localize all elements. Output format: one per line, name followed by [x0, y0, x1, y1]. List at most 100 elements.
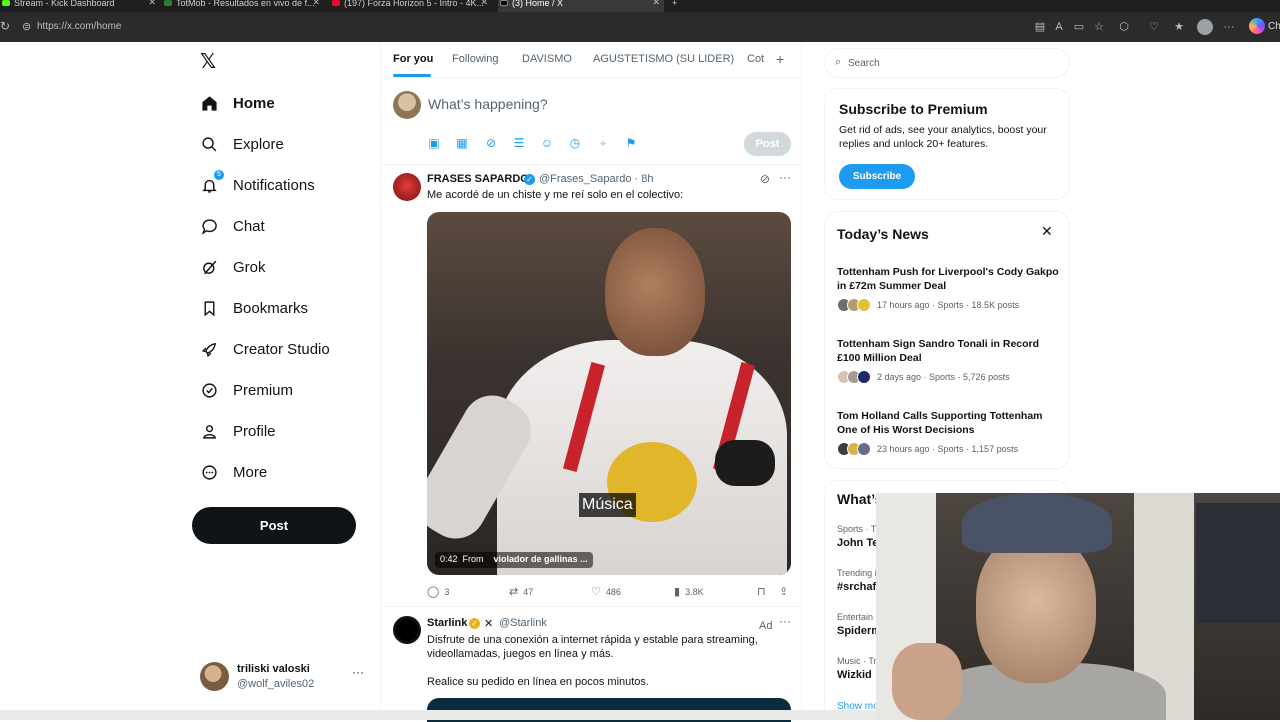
tab-davismo[interactable]: DAVISMO [522, 53, 572, 65]
nav-item-profile[interactable]: Profile [200, 418, 276, 444]
schedule-icon[interactable]: ◷ [568, 136, 582, 150]
close-tab-icon[interactable]: ✕ [480, 0, 488, 7]
bookmark-button[interactable]: ⊓ [757, 585, 771, 598]
gif-icon[interactable]: ▦ [455, 136, 469, 150]
poll-icon[interactable]: ☰ [512, 136, 526, 150]
heart-icon: ♡ [591, 586, 601, 598]
reader-mode-icon[interactable]: ▤ [1033, 20, 1047, 34]
nav-item-chat[interactable]: Chat [200, 213, 265, 239]
subscribe-button[interactable]: Subscribe [839, 164, 915, 189]
browser-tab-strip: Stream - Kick Dashboard ✕ TotMob - Result… [0, 0, 1280, 12]
close-icon[interactable]: ✕ [1041, 223, 1053, 240]
browser-tab[interactable]: (197) Forza Horizon 5 - Intro - 4K... ✕ [330, 0, 492, 12]
extensions-icon[interactable]: ⬡ [1117, 20, 1131, 34]
favorites-icon[interactable]: ★ [1172, 20, 1186, 34]
tweet-author-name[interactable]: FRASES SAPARDO [427, 173, 529, 185]
nav-item-more[interactable]: More [200, 459, 267, 485]
tab-agustetismo[interactable]: AGUSTETISMO (SU LIDER) [593, 53, 734, 65]
tweet-author-name[interactable]: Starlink [427, 617, 467, 629]
favorite-star-icon[interactable]: ☆ [1092, 20, 1106, 34]
refresh-icon[interactable]: ↻ [0, 19, 10, 33]
nav-item-explore[interactable]: Explore [200, 131, 284, 157]
grok-icon[interactable]: ⊘ [484, 136, 498, 150]
streamer-face [976, 533, 1096, 683]
nav-item-premium[interactable]: Premium [200, 377, 293, 403]
avatar[interactable] [393, 173, 421, 201]
page-icon[interactable]: ▭ [1072, 20, 1086, 34]
repost-icon: ⇄ [509, 586, 519, 598]
share-icon: ⇪ [779, 586, 789, 598]
emoji-icon[interactable]: ☺ [540, 136, 554, 150]
repost-button[interactable]: ⇄ 47 [509, 585, 533, 598]
avatar[interactable] [393, 616, 421, 644]
new-tab-button[interactable]: + [668, 0, 688, 12]
site-info-icon[interactable]: ⊜ [22, 20, 31, 33]
translate-icon[interactable]: A [1052, 20, 1066, 34]
news-title: Today’s News [837, 226, 929, 242]
copilot-icon[interactable] [1249, 18, 1265, 34]
verified-icon: ✓ [524, 174, 535, 185]
browser-tab-active[interactable]: (3) Home / X ✕ [498, 0, 664, 12]
x-logo-icon[interactable]: 𝕏 [200, 52, 222, 72]
video-caption: Música [579, 493, 636, 517]
verified-badge-icon [200, 381, 218, 399]
divider [381, 606, 802, 607]
views-button[interactable]: ▮ 3.8K [674, 585, 704, 598]
tweet-author-handle[interactable]: @Starlink [499, 617, 547, 629]
totmob-favicon-icon [164, 0, 172, 6]
close-tab-icon[interactable]: ✕ [652, 0, 660, 7]
home-icon [200, 94, 218, 112]
post-button[interactable]: Post [192, 507, 356, 544]
video-duration: 0:42 From violador de gallinas ... [435, 552, 593, 568]
share-button[interactable]: ⇪ [779, 585, 793, 598]
close-tab-icon[interactable]: ✕ [148, 0, 156, 7]
composer-input[interactable]: What’s happening? [428, 96, 548, 112]
chat-bubble-icon [200, 217, 218, 235]
tweet-text: Me acordé de un chiste y me reí solo en … [427, 189, 684, 201]
ad-label: Ad [759, 620, 773, 632]
close-tab-icon[interactable]: ✕ [312, 0, 320, 7]
browser-menu-icon[interactable]: ··· [1222, 20, 1236, 34]
more-dots-icon[interactable]: ··· [779, 614, 791, 628]
location-icon: ⌖ [599, 136, 607, 150]
tab-cot[interactable]: Cot [747, 53, 764, 65]
browser-profile-avatar[interactable] [1197, 19, 1213, 35]
todays-news-card: Today’s News ✕ Tottenham Push for Liverp… [824, 211, 1070, 469]
bookmark-icon: ⊓ [757, 586, 766, 598]
tab-following[interactable]: Following [452, 53, 498, 65]
account-switcher[interactable]: triliski valoski @wolf_aviles02 ··· [200, 661, 370, 693]
copilot-chat-label[interactable]: Cha [1268, 21, 1280, 32]
add-tab-icon[interactable]: + [776, 51, 784, 67]
search-input[interactable]: ⌕ Search [824, 48, 1070, 78]
active-tab-indicator [393, 74, 431, 77]
x-favicon-icon [500, 0, 508, 6]
grok-icon[interactable]: ⊘ [760, 172, 770, 186]
like-button[interactable]: ♡ 486 [591, 585, 621, 598]
search-icon [200, 135, 218, 153]
url-field[interactable]: https://x.com/home [37, 21, 121, 32]
divider [381, 164, 802, 165]
nav-item-bookmarks[interactable]: Bookmarks [200, 295, 308, 321]
tweet-author-handle[interactable]: @Frases_Sapardo · 8h [539, 173, 654, 185]
nav-item-home[interactable]: Home [200, 90, 275, 116]
nav-item-grok[interactable]: Grok [200, 254, 266, 280]
more-dots-icon[interactable]: ··· [779, 170, 791, 184]
kick-favicon-icon [2, 0, 10, 6]
tweet-video[interactable]: Música 0:42 From violador de gallinas ... [427, 212, 791, 575]
browser-essentials-icon[interactable]: ♡ [1147, 20, 1161, 34]
bookmark-icon [200, 299, 218, 317]
more-dots-icon[interactable]: ··· [352, 665, 364, 679]
reply-button[interactable]: ◯ 3 [427, 585, 449, 598]
search-icon: ⌕ [835, 56, 842, 68]
browser-tab[interactable]: TotMob - Resultados en vivo de f... ✕ [162, 0, 324, 12]
flag-icon[interactable]: ⚑ [624, 136, 638, 150]
composer-post-button[interactable]: Post [744, 132, 791, 156]
tab-for-you[interactable]: For you [393, 53, 433, 65]
youtube-favicon-icon [332, 0, 340, 6]
grok-icon [200, 258, 218, 276]
nav-item-creator-studio[interactable]: Creator Studio [200, 336, 330, 362]
avatar-stack [837, 442, 873, 456]
image-icon[interactable]: ▣ [427, 136, 441, 150]
nav-item-notifications[interactable]: 5 Notifications [200, 170, 315, 198]
browser-tab[interactable]: Stream - Kick Dashboard ✕ [0, 0, 160, 12]
